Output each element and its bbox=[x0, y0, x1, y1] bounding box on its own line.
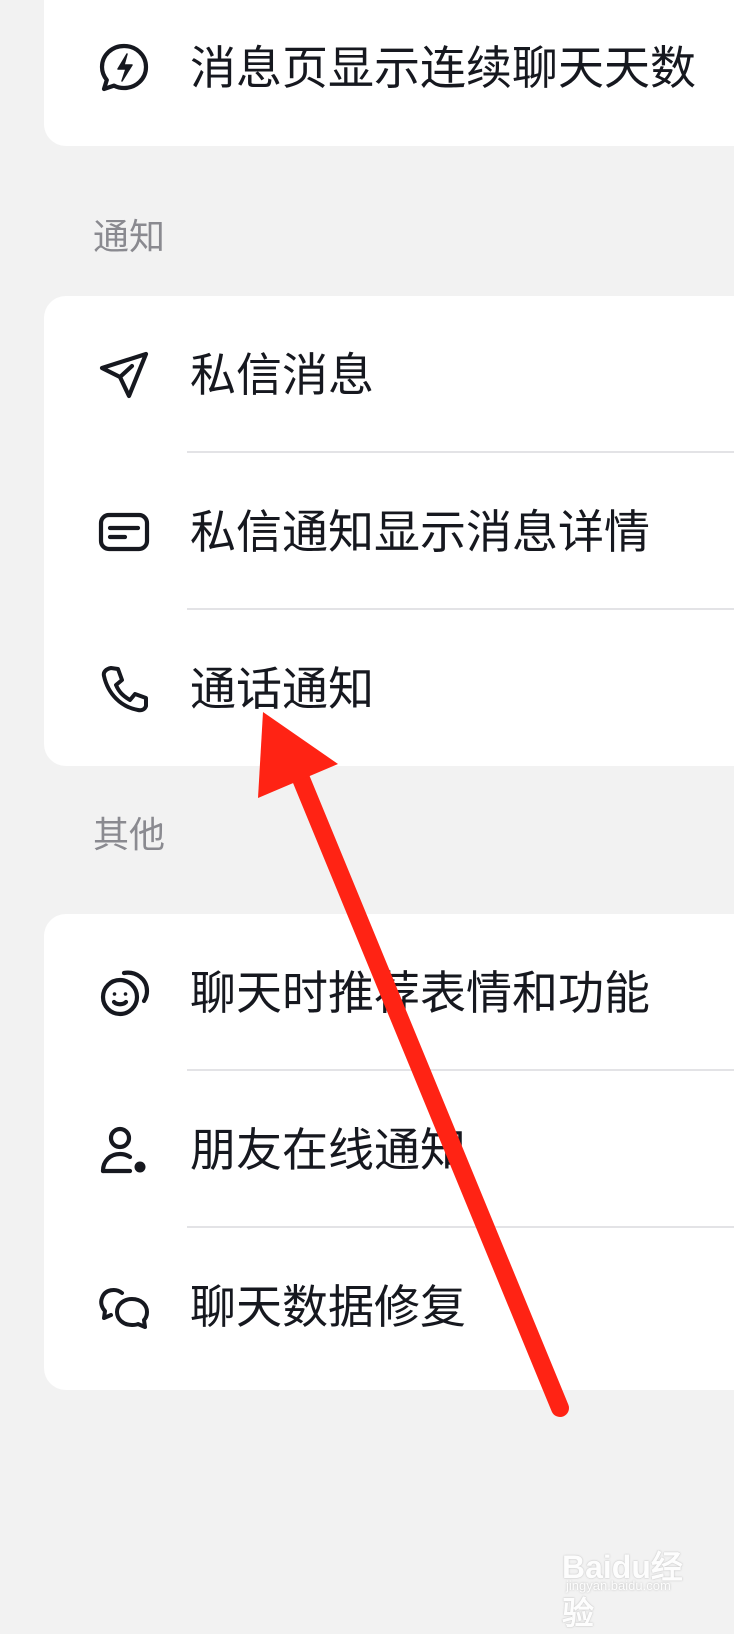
setting-label: 聊天数据修复 bbox=[190, 1279, 466, 1334]
message-card-icon bbox=[96, 504, 152, 560]
settings-card-top: 消息页显示连续聊天天数 bbox=[44, 0, 734, 146]
setting-row-chat-streak-days[interactable]: 消息页显示连续聊天天数 bbox=[44, 0, 734, 146]
chat-bubbles-icon bbox=[96, 1279, 152, 1335]
paper-plane-icon bbox=[96, 347, 152, 403]
smiley-bubble-icon bbox=[96, 965, 152, 1021]
section-title-notification: 通知 bbox=[93, 217, 166, 258]
phone-icon bbox=[96, 661, 152, 717]
setting-row-chat-data-repair[interactable]: 聊天数据修复 bbox=[44, 1228, 734, 1385]
setting-label: 私信通知显示消息详情 bbox=[190, 504, 650, 559]
lightning-bubble-icon bbox=[96, 40, 152, 96]
setting-label: 消息页显示连续聊天天数 bbox=[190, 40, 696, 95]
setting-label: 朋友在线通知 bbox=[190, 1122, 466, 1177]
setting-row-direct-message[interactable]: 私信消息 bbox=[44, 296, 734, 453]
baidu-watermark: Baidu经验 jingyan.baidu.com bbox=[562, 1542, 712, 1631]
setting-row-dm-notification-details[interactable]: 私信通知显示消息详情 bbox=[44, 453, 734, 610]
settings-card-other: 聊天时推荐表情和功能 朋友在线通知 聊天数据修复 bbox=[44, 914, 734, 1390]
user-online-icon bbox=[96, 1122, 152, 1178]
setting-label: 聊天时推荐表情和功能 bbox=[190, 965, 650, 1020]
watermark-sub: jingyan.baidu.com bbox=[566, 1578, 671, 1593]
setting-row-chat-recommend-emoji[interactable]: 聊天时推荐表情和功能 bbox=[44, 914, 734, 1071]
setting-label: 私信消息 bbox=[190, 347, 374, 402]
setting-label: 通话通知 bbox=[190, 661, 374, 716]
setting-row-friend-online[interactable]: 朋友在线通知 bbox=[44, 1071, 734, 1228]
setting-row-call-notification[interactable]: 通话通知 bbox=[44, 610, 734, 766]
section-title-other: 其他 bbox=[93, 815, 166, 856]
settings-card-notification: 私信消息 私信通知显示消息详情 通话通知 bbox=[44, 296, 734, 766]
